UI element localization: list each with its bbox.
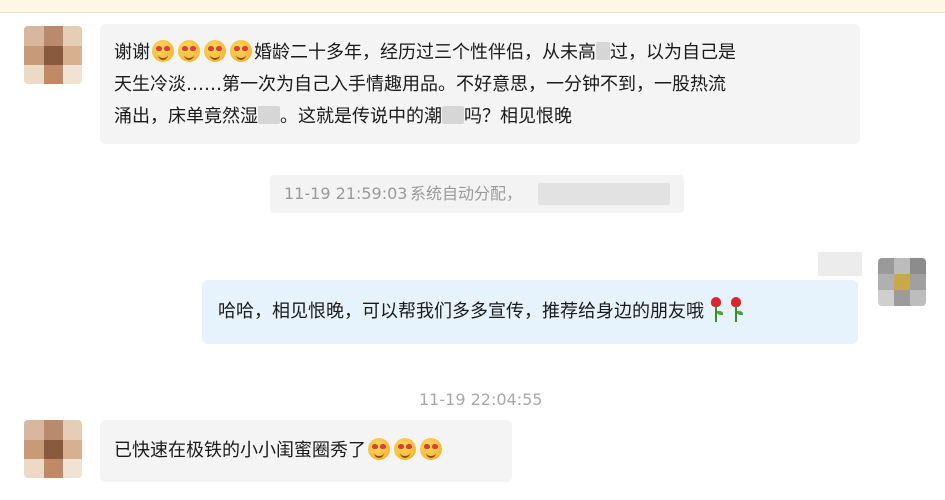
heart-eyes-emoji-icon xyxy=(204,40,226,62)
customer-message-bubble[interactable]: 已快速在极铁的小小闺蜜圈秀了 xyxy=(100,420,512,482)
message-timestamp: 11-19 22:04:55 xyxy=(419,390,543,409)
message-text: 已快速在极铁的小小闺蜜圈秀了 xyxy=(114,440,366,461)
message-text: 婚龄二十多年，经历过三个性伴侣，从未高 xyxy=(254,42,596,63)
rose-emoji-icon xyxy=(708,297,724,323)
top-notice-strip xyxy=(0,0,945,13)
agent-message-bubble[interactable]: 哈哈，相见恨晚，可以帮我们多多宣传，推荐给身边的朋友哦 xyxy=(202,280,858,344)
agent-name-redaction xyxy=(818,252,862,276)
message-text: 谢谢 xyxy=(114,42,150,63)
message-line: 天生冷淡……第一次为自己入手情趣用品。不好意思，一分钟不到，一股热流 xyxy=(114,70,726,100)
redaction-blur xyxy=(538,183,670,205)
customer-message-bubble[interactable]: 谢谢 婚龄二十多年，经历过三个性伴侣，从未高 过，以为自己是 天生冷淡……第一次为自… xyxy=(100,24,860,144)
system-notice: 11-19 21:59:03 系统自动分配， xyxy=(270,175,684,213)
message-line: 涌出，床单竟然湿 。这就是传说中的潮 吗？相见恨晚 xyxy=(114,102,572,132)
message-text: 涌出，床单竟然湿 xyxy=(114,106,258,127)
message-line: 哈哈，相见恨晚，可以帮我们多多宣传，推荐给身边的朋友哦 xyxy=(218,297,744,327)
message-text: 过，以为自己是 xyxy=(610,42,736,63)
heart-eyes-emoji-icon xyxy=(178,40,200,62)
heart-eyes-emoji-icon xyxy=(152,40,174,62)
heart-eyes-emoji-icon xyxy=(394,438,416,460)
system-notice-timestamp: 11-19 21:59:03 xyxy=(284,184,408,203)
message-text: 吗？相见恨晚 xyxy=(464,106,572,127)
heart-eyes-emoji-icon xyxy=(368,438,390,460)
message-text: 。这就是传说中的潮 xyxy=(280,106,442,127)
message-line: 谢谢 婚龄二十多年，经历过三个性伴侣，从未高 过，以为自己是 xyxy=(114,38,736,68)
system-notice-text: 系统自动分配， xyxy=(410,184,523,203)
redaction-blur xyxy=(596,42,610,60)
message-text: 天生冷淡……第一次为自己入手情趣用品。不好意思，一分钟不到，一股热流 xyxy=(114,74,726,95)
customer-avatar[interactable] xyxy=(24,26,82,84)
redaction-blur xyxy=(258,106,280,124)
agent-avatar[interactable] xyxy=(878,258,926,306)
rose-emoji-icon xyxy=(728,297,744,323)
message-text: 哈哈，相见恨晚，可以帮我们多多宣传，推荐给身边的朋友哦 xyxy=(218,301,704,322)
customer-avatar[interactable] xyxy=(24,420,82,478)
redaction-blur xyxy=(442,106,464,124)
heart-eyes-emoji-icon xyxy=(420,438,442,460)
heart-eyes-emoji-icon xyxy=(230,40,252,62)
message-line: 已快速在极铁的小小闺蜜圈秀了 xyxy=(114,436,444,466)
